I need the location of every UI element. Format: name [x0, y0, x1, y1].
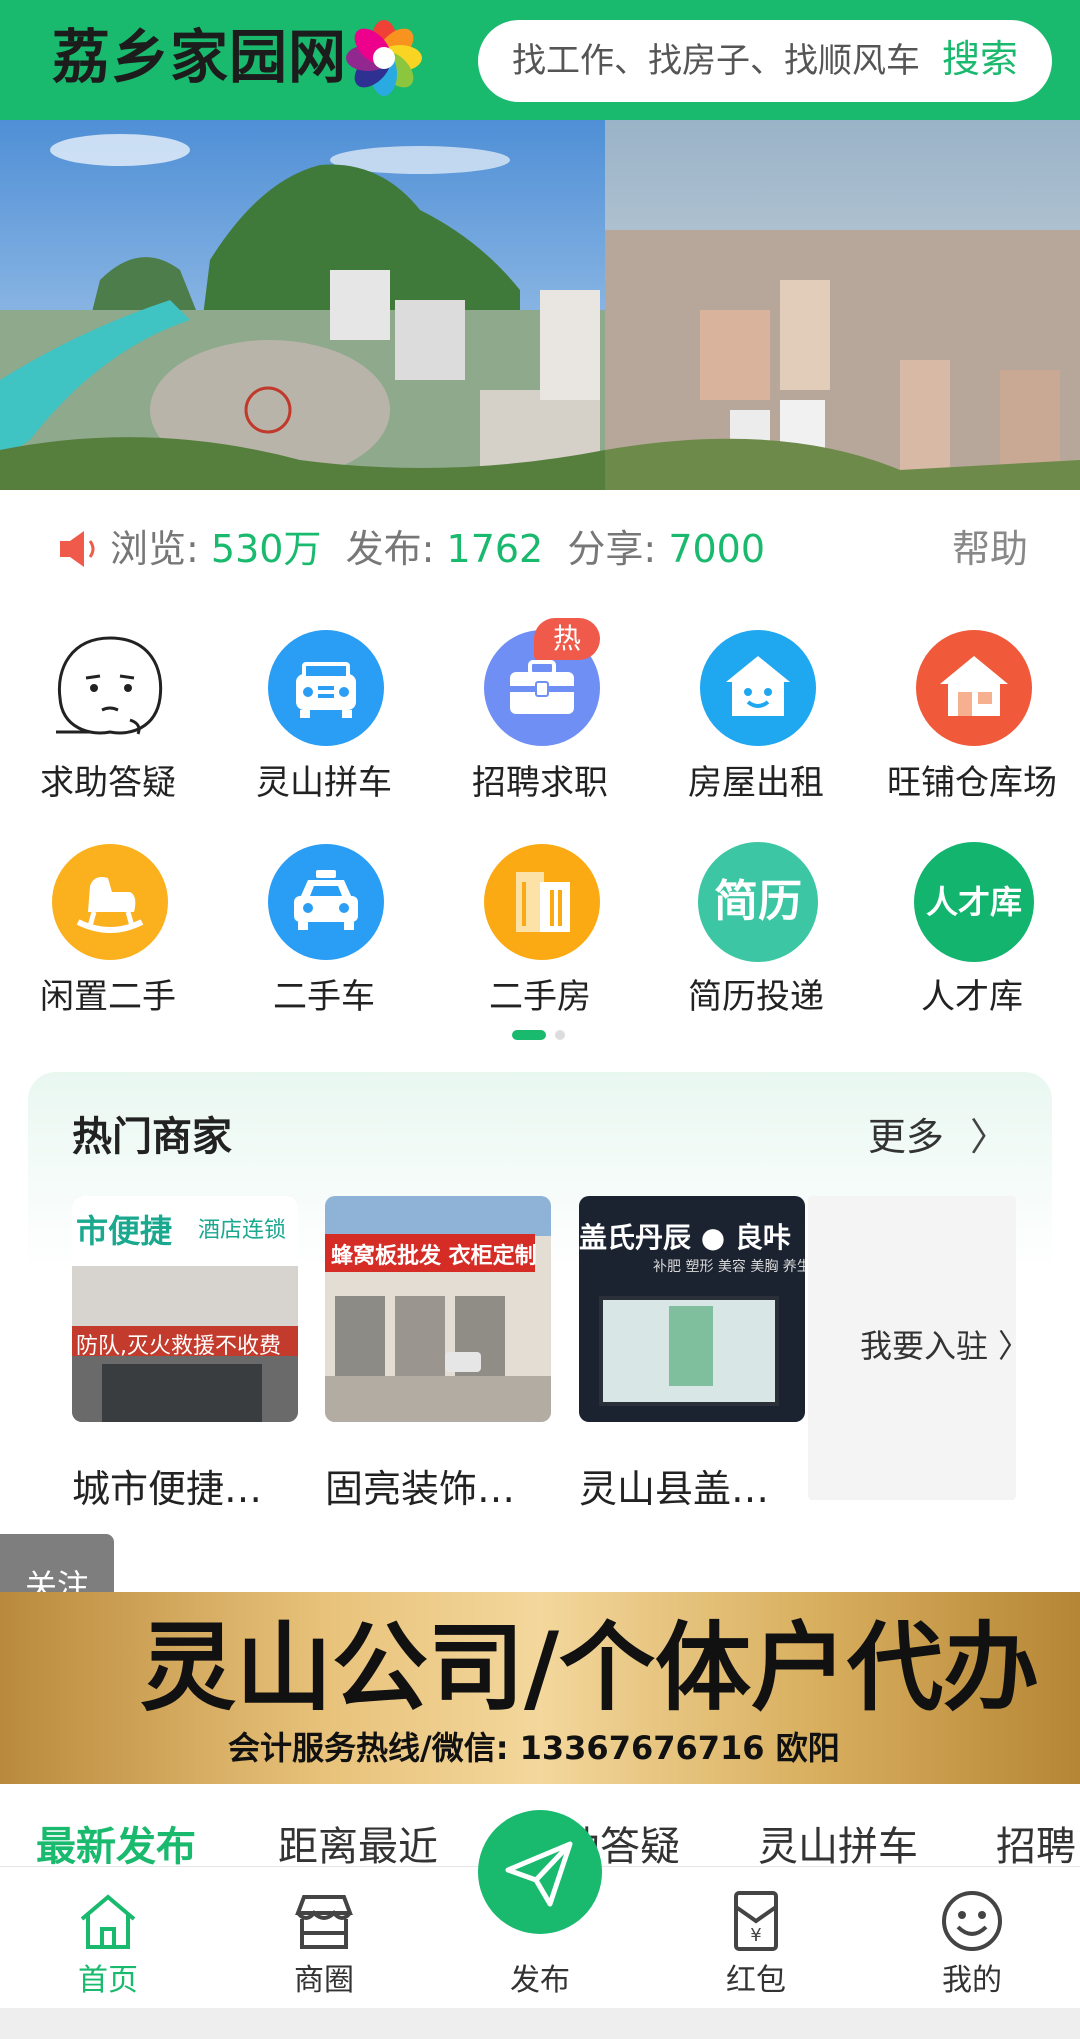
rocking-horse-icon — [52, 844, 168, 960]
join-label: 我要入驻〉 — [860, 1327, 1031, 1365]
category-label: 闲置二手 — [40, 977, 176, 1017]
resume-icon: 简历 — [698, 842, 818, 962]
category-label: 二手房 — [489, 977, 591, 1017]
views-value: 530万 — [210, 527, 322, 571]
posts-label: 发布: — [345, 527, 435, 571]
stats-bar: 浏览: 530万 发布: 1762 分享: 7000 帮助 — [0, 505, 1080, 595]
category-house-rent[interactable]: 房屋出租 — [648, 628, 864, 838]
merchant-card[interactable]: 盖氏丹辰 ● 良咔 补肥 塑形 美容 美胸 养生 灵山县盖… — [579, 1196, 805, 1514]
category-label: 人才库 — [921, 977, 1023, 1017]
chevron-right-icon: 〉 — [998, 1327, 1031, 1365]
shop-sign: 盖氏丹辰 ● 良咔 — [579, 1221, 791, 1254]
flower-logo-icon — [346, 20, 422, 96]
site-logo-text[interactable]: 荔乡家园网 — [52, 22, 347, 92]
more-link[interactable]: 更多 〉 — [868, 1110, 1008, 1164]
category-label: 旺铺仓库场 — [887, 763, 1057, 803]
section-title: 热门商家 — [72, 1114, 232, 1160]
posts-value: 1762 — [446, 527, 544, 571]
shares-value: 7000 — [668, 527, 766, 571]
nav-label: 商圈 — [294, 1963, 354, 1998]
search-input[interactable]: 找工作、找房子、找顺风车 — [512, 38, 920, 84]
category-label: 二手车 — [273, 977, 375, 1017]
city-landscape-image — [0, 120, 1080, 490]
home-icon — [80, 1894, 136, 1949]
category-label: 招聘求职 — [472, 763, 608, 803]
tab-nearest[interactable]: 距离最近 — [278, 1820, 438, 1868]
category-talent-pool[interactable]: 人才库 人才库 — [864, 842, 1080, 1052]
merchant-card[interactable]: 市便捷 酒店连锁 防队,灭火救援不收费 城市便捷… — [72, 1196, 298, 1514]
ad-subtitle: 会计服务热线/微信: 13367676716 欧阳 — [228, 1729, 840, 1767]
category-shop-warehouse[interactable]: 旺铺仓库场 — [864, 628, 1080, 838]
category-grid: 求助答疑 灵山拼车 热 招聘求职 房屋出租 旺铺仓库场 闲置二手 二手车 二手房… — [0, 618, 1080, 1028]
speaker-icon — [60, 531, 95, 567]
taxi-icon — [268, 844, 384, 960]
shop-sign: 市便捷 — [76, 1212, 173, 1250]
category-secondhand-goods[interactable]: 闲置二手 — [0, 842, 216, 1052]
more-label: 更多 — [867, 1115, 944, 1159]
shares-label: 分享: — [567, 527, 657, 571]
nav-label: 首页 — [78, 1963, 138, 1998]
paper-plane-icon — [505, 1841, 573, 1907]
join-merchant-button[interactable]: 我要入驻〉 — [808, 1196, 1030, 1500]
category-label: 求助答疑 — [40, 763, 176, 803]
category-used-house[interactable]: 二手房 — [432, 842, 648, 1052]
category-carpool[interactable]: 灵山拼车 — [216, 628, 432, 838]
hot-badge: 热 — [534, 618, 600, 660]
category-label: 房屋出租 — [688, 763, 824, 803]
nav-business[interactable]: 商圈 — [216, 1867, 432, 2009]
chevron-right-icon: 〉 — [969, 1115, 1008, 1159]
merchant-photo: 盖氏丹辰 ● 良咔 补肥 塑形 美容 美胸 养生 — [579, 1196, 805, 1422]
search-bar[interactable]: 找工作、找房子、找顺风车 搜索 — [478, 20, 1052, 102]
nav-label: 发布 — [510, 1963, 570, 1998]
shop-sign: 蜂窝板批发 衣柜定制 — [331, 1244, 537, 1269]
help-link[interactable]: 帮助 — [952, 523, 1028, 575]
ad-banner[interactable]: 灵山公司/个体户代办 会计服务热线/微信: 13367676716 欧阳 — [0, 1592, 1080, 1784]
nav-red-envelope[interactable]: ¥ 红包 — [648, 1867, 864, 2009]
page-indicator — [512, 1030, 565, 1040]
nav-profile[interactable]: 我的 — [864, 1867, 1080, 2009]
merchant-photo: 市便捷 酒店连锁 防队,灭火救援不收费 — [72, 1196, 298, 1422]
banner-carousel[interactable] — [0, 120, 1080, 490]
nav-label: 我的 — [942, 1963, 1002, 1998]
tab-carpool[interactable]: 灵山拼车 — [758, 1820, 918, 1868]
thinking-face-icon — [56, 636, 163, 735]
search-button[interactable]: 搜索 — [942, 34, 1018, 84]
views-label: 浏览: — [110, 527, 199, 571]
jeep-icon — [268, 630, 384, 746]
category-jobs[interactable]: 热 招聘求职 — [432, 618, 648, 838]
merchant-name: 固亮装饰… — [325, 1467, 516, 1511]
merchant-photo: 蜂窝板批发 衣柜定制 — [325, 1196, 551, 1422]
category-label: 简历投递 — [688, 977, 824, 1017]
smiley-icon — [942, 1891, 1002, 1951]
publish-button[interactable] — [478, 1810, 602, 1934]
store-icon — [295, 1895, 353, 1949]
category-resume[interactable]: 简历 简历投递 — [648, 842, 864, 1052]
category-used-car[interactable]: 二手车 — [216, 842, 432, 1052]
category-help-qa[interactable]: 求助答疑 — [0, 628, 216, 838]
merchant-name: 城市便捷… — [72, 1467, 263, 1511]
stats-text: 浏览: 530万 发布: 1762 分享: 7000 — [110, 523, 765, 575]
svg-text:¥: ¥ — [750, 1925, 761, 1946]
system-bar-area — [0, 2008, 1080, 2039]
shop-sign-sub: 酒店连锁 — [198, 1218, 287, 1243]
building-icon — [484, 844, 600, 960]
nav-label: 红包 — [726, 1963, 786, 1998]
tab-latest[interactable]: 最新发布 — [36, 1820, 196, 1868]
merchant-card[interactable]: 蜂窝板批发 衣柜定制 固亮装饰… — [325, 1196, 551, 1514]
shop-sign-sub: 补肥 塑形 美容 美胸 养生 — [653, 1259, 805, 1275]
red-envelope-icon: ¥ — [734, 1891, 778, 1951]
ad-title: 灵山公司/个体户代办 — [140, 1611, 1040, 1724]
talent-pool-icon: 人才库 — [914, 842, 1034, 962]
top-header: 荔乡家园网 找工作、找房子、找顺风车 搜索 — [0, 0, 1080, 120]
house-smile-icon — [700, 630, 816, 746]
nav-home[interactable]: 首页 — [0, 1867, 216, 2009]
hot-merchants-card: 热门商家 更多 〉 市便捷 酒店连锁 防队,灭火救援不收费 城市便捷… 蜂窝板批… — [28, 1072, 1052, 1512]
shop-icon — [916, 630, 1032, 746]
tab-jobs[interactable]: 招聘 — [996, 1820, 1076, 1868]
merchant-name: 灵山县盖… — [579, 1467, 770, 1511]
category-label: 灵山拼车 — [256, 763, 392, 803]
